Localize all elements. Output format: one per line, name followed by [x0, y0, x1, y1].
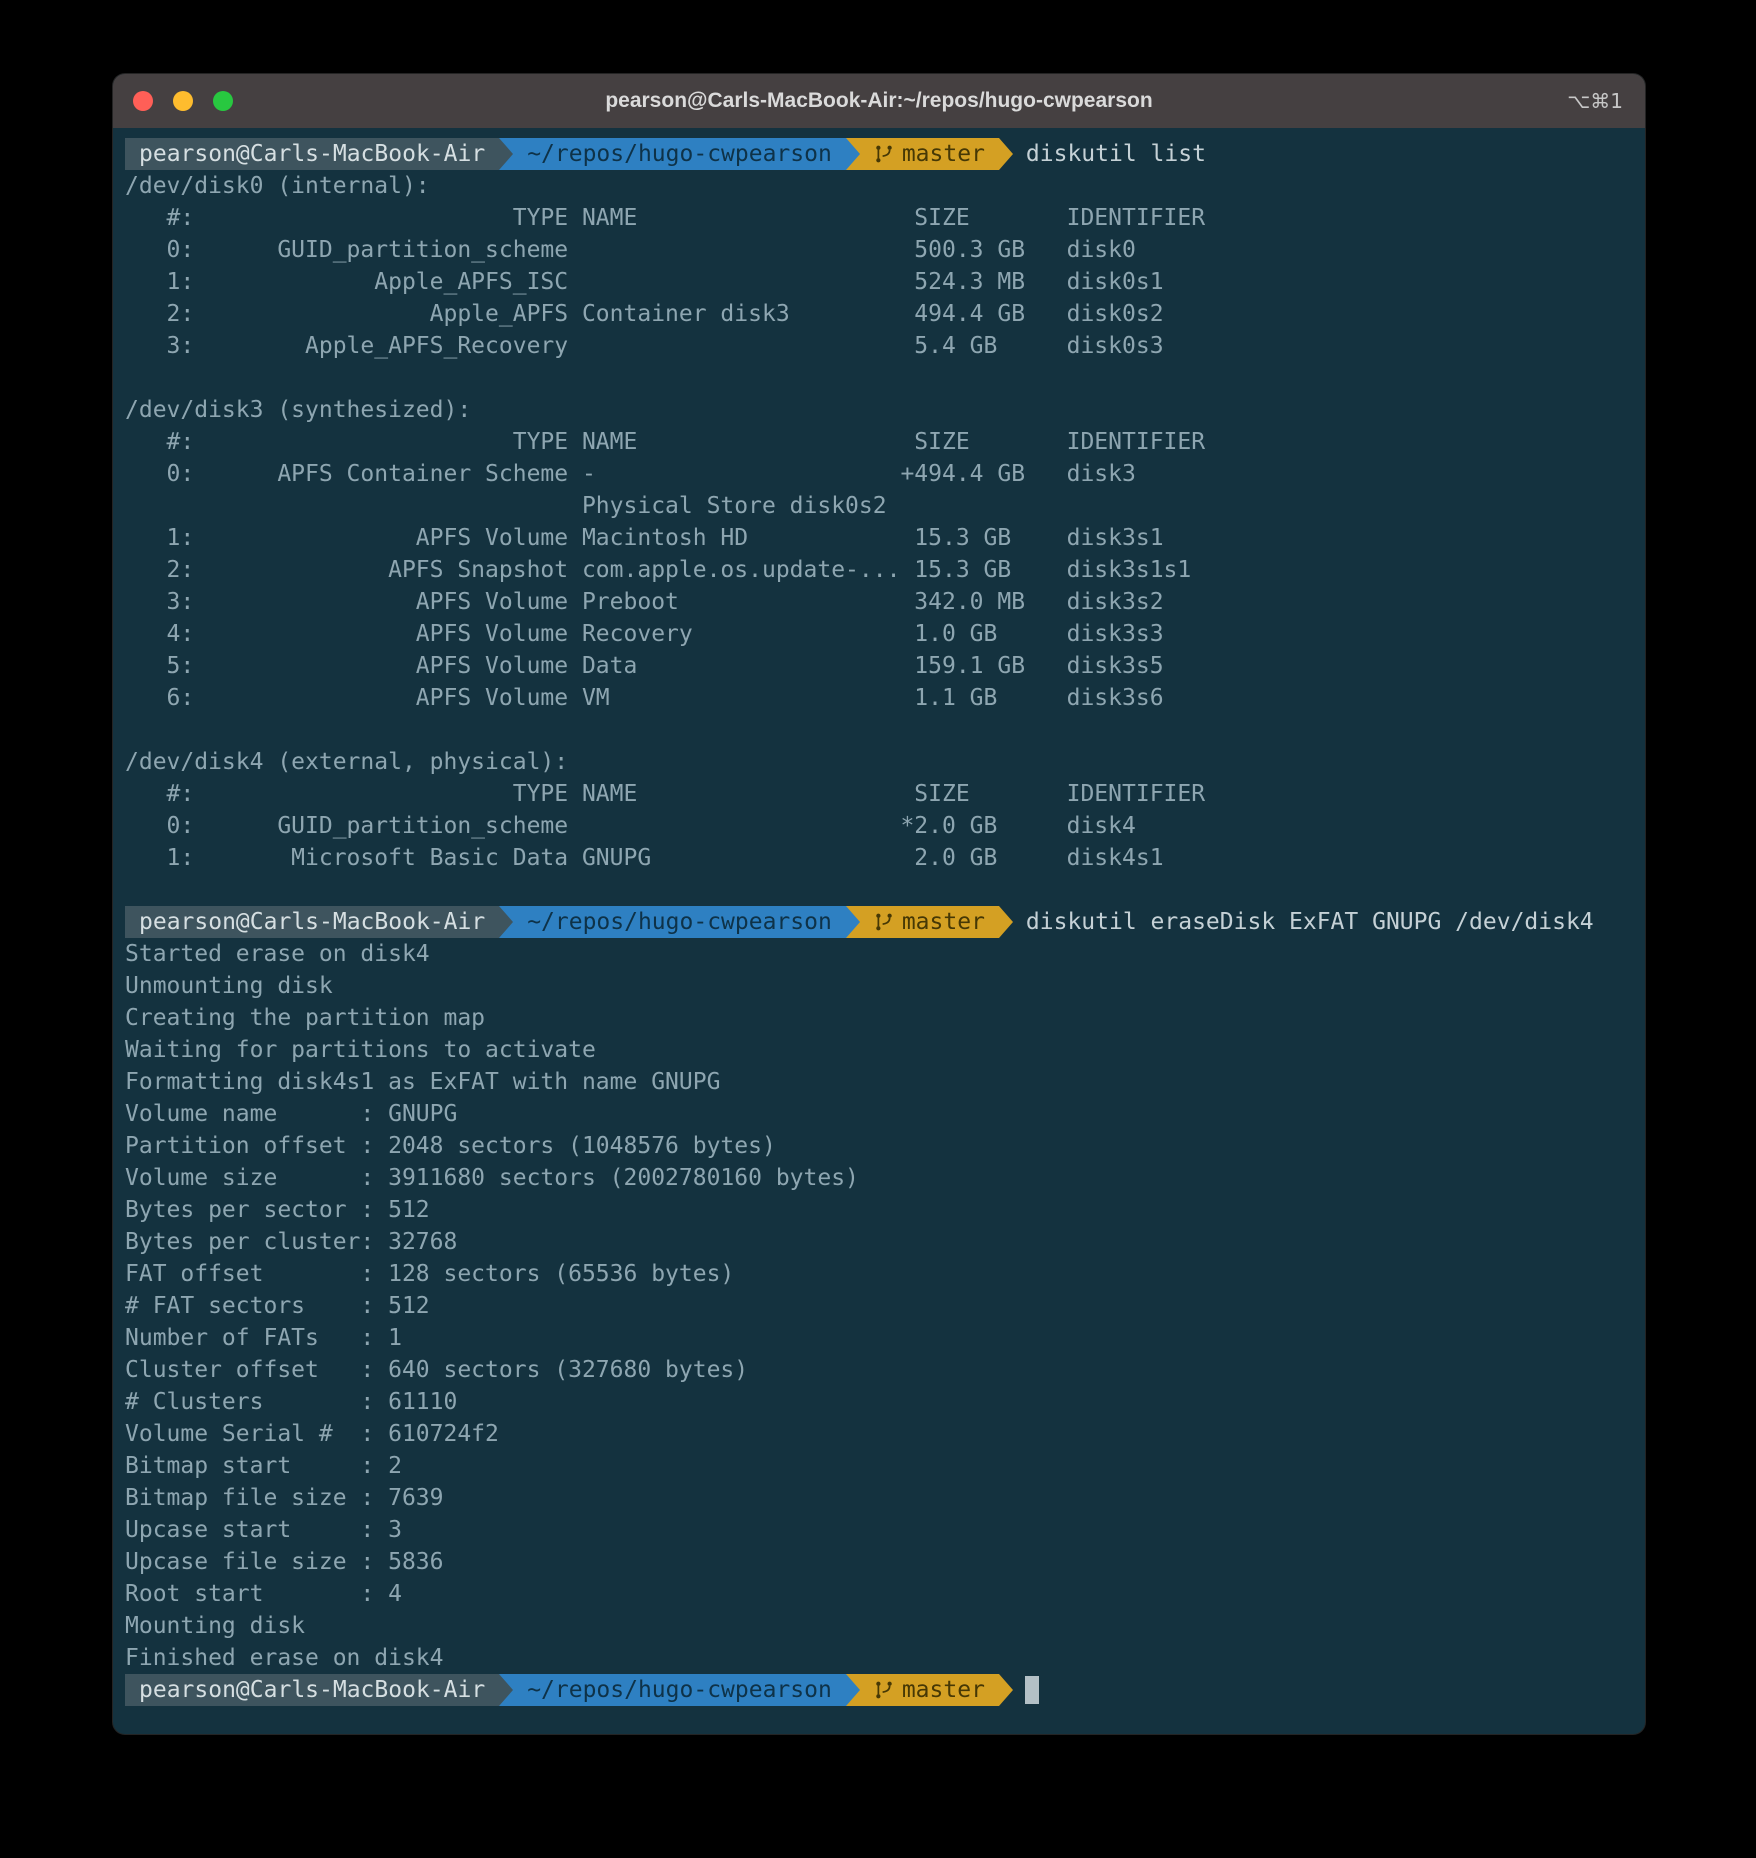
git-branch-icon	[874, 1680, 894, 1700]
titlebar[interactable]: pearson@Carls-MacBook-Air:~/repos/hugo-c…	[113, 74, 1645, 128]
erase-disk-output: Started erase on disk4 Unmounting disk C…	[125, 938, 1633, 1674]
prompt-path: ~/repos/hugo-cwpearson	[527, 1674, 832, 1706]
prompt-path: ~/repos/hugo-cwpearson	[527, 906, 832, 938]
prompt-user-segment: pearson@Carls-MacBook-Air	[125, 906, 499, 938]
command-text: diskutil list	[1026, 138, 1206, 170]
prompt-path: ~/repos/hugo-cwpearson	[527, 138, 832, 170]
terminal-window: pearson@Carls-MacBook-Air:~/repos/hugo-c…	[113, 74, 1645, 1734]
prompt-branch-segment: master	[860, 1674, 999, 1706]
git-branch-icon	[874, 912, 894, 932]
zoom-button[interactable]	[213, 91, 233, 111]
close-button[interactable]	[133, 91, 153, 111]
diskutil-list-output: /dev/disk0 (internal): #: TYPE NAME SIZE…	[125, 170, 1633, 874]
terminal-body[interactable]: pearson@Carls-MacBook-Air ~/repos/hugo-c…	[113, 128, 1645, 1716]
prompt-path-segment: ~/repos/hugo-cwpearson	[513, 138, 846, 170]
command-text: diskutil eraseDisk ExFAT GNUPG /dev/disk…	[1026, 906, 1594, 938]
terminal-cursor	[1025, 1676, 1039, 1704]
window-title: pearson@Carls-MacBook-Air:~/repos/hugo-c…	[113, 89, 1645, 113]
powerline-separator-icon	[846, 906, 860, 938]
powerline-separator-icon	[999, 1674, 1013, 1706]
powerline-separator-icon	[499, 906, 513, 938]
prompt-user-segment: pearson@Carls-MacBook-Air	[125, 1674, 499, 1706]
prompt-user-segment: pearson@Carls-MacBook-Air	[125, 138, 499, 170]
prompt-user: pearson@Carls-MacBook-Air	[139, 138, 485, 170]
prompt-branch-segment: master	[860, 906, 999, 938]
prompt-path-segment: ~/repos/hugo-cwpearson	[513, 906, 846, 938]
powerline-separator-icon	[999, 906, 1013, 938]
prompt-path-segment: ~/repos/hugo-cwpearson	[513, 1674, 846, 1706]
prompt-branch-segment: master	[860, 138, 999, 170]
prompt-branch: master	[902, 138, 985, 170]
powerline-separator-icon	[846, 138, 860, 170]
powerline-separator-icon	[499, 138, 513, 170]
minimize-button[interactable]	[173, 91, 193, 111]
prompt-line: pearson@Carls-MacBook-Air ~/repos/hugo-c…	[125, 1674, 1633, 1706]
powerline-separator-icon	[846, 1674, 860, 1706]
prompt-branch: master	[902, 1674, 985, 1706]
window-shortcut-badge: ⌥⌘1	[1567, 89, 1645, 113]
git-branch-icon	[874, 144, 894, 164]
prompt-user: pearson@Carls-MacBook-Air	[139, 906, 485, 938]
powerline-separator-icon	[999, 138, 1013, 170]
traffic-lights	[113, 91, 233, 111]
prompt-line: pearson@Carls-MacBook-Air ~/repos/hugo-c…	[125, 906, 1633, 938]
prompt-line: pearson@Carls-MacBook-Air ~/repos/hugo-c…	[125, 138, 1633, 170]
powerline-separator-icon	[499, 1674, 513, 1706]
prompt-branch: master	[902, 906, 985, 938]
prompt-user: pearson@Carls-MacBook-Air	[139, 1674, 485, 1706]
